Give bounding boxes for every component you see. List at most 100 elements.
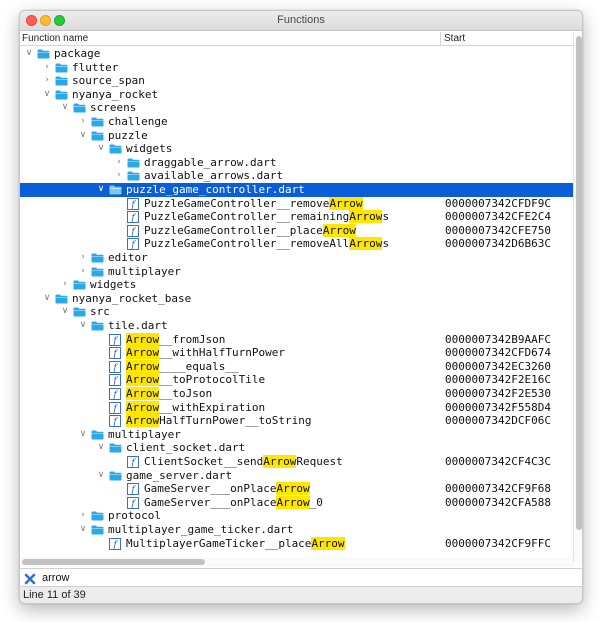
start-address: 0000007342CF9FFC: [445, 537, 551, 551]
chevron-down-icon[interactable]: ∨: [96, 469, 106, 483]
folder-row[interactable]: ∨package: [20, 47, 573, 61]
function-row[interactable]: fGameServer___onPlaceArrow_00000007342CF…: [20, 496, 573, 510]
folder-row[interactable]: ∨ puzzle: [20, 129, 573, 143]
label-text: nyanya_rocket_base: [72, 292, 191, 305]
folder-row[interactable]: ∨ nyanya_rocket_base: [20, 292, 573, 306]
function-row[interactable]: fMultiplayerGameTicker__placeArrow000000…: [20, 537, 573, 551]
folder-row[interactable]: ∨ client_socket.dart: [20, 441, 573, 455]
label-text: MultiplayerGameTicker__place: [126, 537, 311, 550]
clear-search-icon[interactable]: [24, 572, 36, 584]
function-row[interactable]: fArrow__fromJson0000007342B9AAFC: [20, 333, 573, 347]
row-label: PuzzleGameController__remainingArrows: [144, 210, 389, 224]
folder-row[interactable]: ›available_arrows.dart: [20, 169, 573, 183]
function-row[interactable]: fArrow__withExpiration0000007342F558D4: [20, 401, 573, 415]
chevron-right-icon[interactable]: ›: [78, 115, 88, 129]
folder-icon: [109, 471, 122, 481]
folder-row[interactable]: ∨game_server.dart: [20, 469, 573, 483]
chevron-right-icon[interactable]: ›: [114, 169, 124, 183]
folder-row[interactable]: ›multiplayer: [20, 265, 573, 279]
function-row[interactable]: fArrow__toJson0000007342F2E530: [20, 387, 573, 401]
row-label: GameServer___onPlaceArrow_0: [144, 496, 323, 510]
folder-row[interactable]: › flutter: [20, 61, 573, 75]
function-row[interactable]: fArrow____equals__0000007342EC3260: [20, 360, 573, 374]
folder-row[interactable]: › editor: [20, 251, 573, 265]
folder-icon: [127, 171, 140, 181]
function-icon: f: [127, 483, 139, 495]
function-row[interactable]: fPuzzleGameController__remainingArrows00…: [20, 210, 573, 224]
chevron-down-icon[interactable]: ∨: [42, 88, 52, 102]
start-address: 0000007342CF9F68: [445, 482, 551, 496]
function-row[interactable]: fArrow__withHalfTurnPower0000007342CFD67…: [20, 346, 573, 360]
function-row[interactable]: fClientSocket__sendArrowRequest000000734…: [20, 455, 573, 469]
search-match-highlight: Arrow: [276, 482, 309, 495]
folder-row[interactable]: ∨src: [20, 305, 573, 319]
folder-row[interactable]: ›source_span: [20, 74, 573, 88]
chevron-down-icon[interactable]: ∨: [96, 441, 106, 455]
search-match-highlight: Arrow: [126, 387, 159, 400]
function-row[interactable]: fArrow__toProtocolTile0000007342F2E16C: [20, 373, 573, 387]
chevron-down-icon[interactable]: ∨: [60, 101, 70, 115]
folder-icon: [91, 131, 104, 141]
chevron-down-icon[interactable]: ∨: [78, 428, 88, 442]
folder-row[interactable]: ›widgets: [20, 278, 573, 292]
row-label: ClientSocket__sendArrowRequest: [144, 455, 343, 469]
chevron-down-icon[interactable]: ∨: [78, 523, 88, 537]
folder-row[interactable]: ∨ puzzle_game_controller.dart: [20, 183, 573, 197]
folder-row[interactable]: ∨ tile.dart: [20, 319, 573, 333]
vertical-scrollbar-thumb[interactable]: [576, 36, 582, 530]
search-match-highlight: Arrow: [126, 360, 159, 373]
function-tree[interactable]: ∨package›flutter›source_span∨nyanya_rock…: [20, 47, 573, 562]
row-label: flutter: [72, 61, 118, 75]
function-row[interactable]: fPuzzleGameController__placeArrow0000007…: [20, 224, 573, 238]
row-label: editor: [108, 251, 148, 265]
folder-icon: [91, 267, 104, 277]
label-text: client_socket.dart: [126, 441, 245, 454]
chevron-down-icon[interactable]: ∨: [60, 305, 70, 319]
chevron-down-icon[interactable]: ∨: [42, 292, 52, 306]
folder-row[interactable]: ›protocol: [20, 509, 573, 523]
chevron-right-icon[interactable]: ›: [42, 61, 52, 75]
horizontal-scrollbar[interactable]: [20, 557, 573, 567]
chevron-down-icon[interactable]: ∨: [96, 142, 106, 156]
folder-row[interactable]: ∨ widgets: [20, 142, 573, 156]
chevron-down-icon[interactable]: ∨: [78, 129, 88, 143]
folder-row[interactable]: ∨screens: [20, 101, 573, 115]
row-label: puzzle_game_controller.dart: [126, 183, 305, 197]
row-label: widgets: [126, 142, 172, 156]
folder-icon: [55, 294, 68, 304]
folder-row[interactable]: ∨nyanya_rocket: [20, 88, 573, 102]
column-header-start[interactable]: Start: [440, 32, 465, 46]
chevron-right-icon[interactable]: ›: [60, 278, 70, 292]
search-match-highlight: Arrow: [349, 210, 382, 223]
folder-row[interactable]: ∨ multiplayer_game_ticker.dart: [20, 523, 573, 537]
search-input[interactable]: [42, 570, 572, 586]
function-row[interactable]: fGameServer___onPlaceArrow0000007342CF9F…: [20, 482, 573, 496]
search-bar: [20, 568, 582, 587]
function-row[interactable]: fArrowHalfTurnPower__toString0000007342D…: [20, 414, 573, 428]
row-label: puzzle: [108, 129, 148, 143]
row-label: PuzzleGameController__removeAllArrows: [144, 237, 389, 251]
chevron-right-icon[interactable]: ›: [78, 509, 88, 523]
folder-icon: [55, 63, 68, 73]
chevron-right-icon[interactable]: ›: [78, 265, 88, 279]
chevron-right-icon[interactable]: ›: [78, 251, 88, 265]
function-row[interactable]: fPuzzleGameController__removeArrow000000…: [20, 197, 573, 211]
folder-row[interactable]: ›draggable_arrow.dart: [20, 156, 573, 170]
chevron-right-icon[interactable]: ›: [114, 156, 124, 170]
folder-icon: [73, 307, 86, 317]
chevron-down-icon[interactable]: ∨: [78, 319, 88, 333]
column-header-function-name[interactable]: Function name: [22, 33, 88, 44]
chevron-down-icon[interactable]: ∨: [96, 183, 106, 197]
function-row[interactable]: fPuzzleGameController__removeAllArrows00…: [20, 237, 573, 251]
vertical-scrollbar[interactable]: [573, 32, 583, 562]
label-text: PuzzleGameController__place: [144, 224, 323, 237]
label-text: multiplayer_game_ticker.dart: [108, 523, 293, 536]
row-label: Arrow__toProtocolTile: [126, 373, 265, 387]
horizontal-scrollbar-thumb[interactable]: [22, 559, 205, 565]
search-match-highlight: Arrow: [126, 373, 159, 386]
folder-row[interactable]: ›challenge: [20, 115, 573, 129]
chevron-right-icon[interactable]: ›: [42, 74, 52, 88]
chevron-down-icon[interactable]: ∨: [24, 47, 34, 61]
folder-row[interactable]: ∨multiplayer: [20, 428, 573, 442]
label-text: tile.dart: [108, 319, 168, 332]
